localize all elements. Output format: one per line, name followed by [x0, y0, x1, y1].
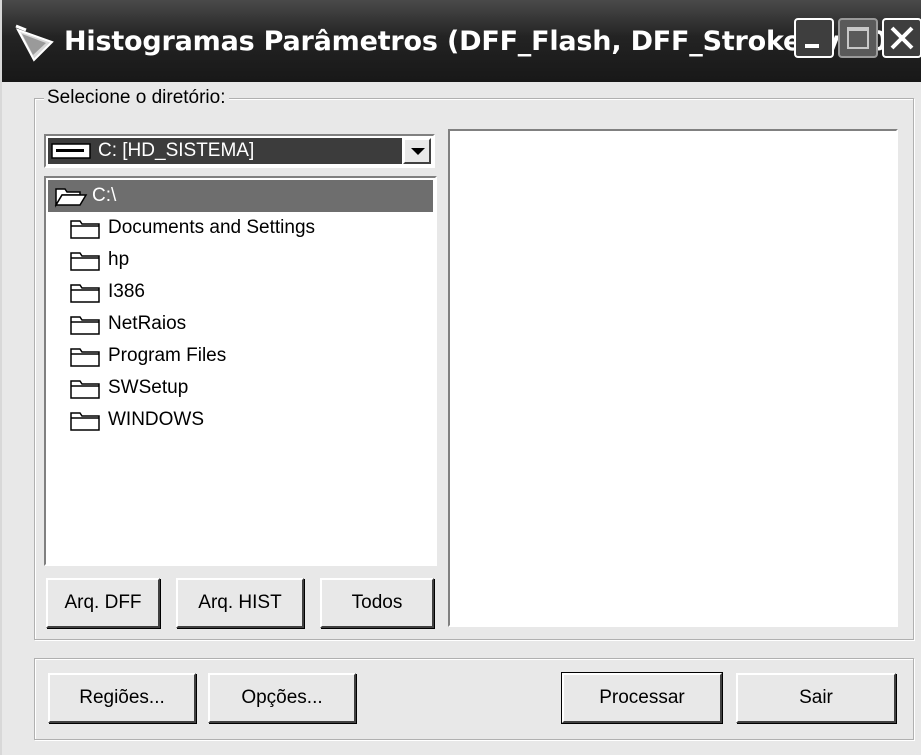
- directory-item[interactable]: SWSetup: [48, 372, 433, 404]
- folder-icon: [70, 412, 100, 431]
- app-window: Histogramas Parâmetros (DFF_Flash, DFF_S…: [0, 0, 921, 755]
- folder-icon: [70, 220, 100, 239]
- window-title: Histogramas Parâmetros (DFF_Flash, DFF_S…: [64, 26, 888, 57]
- directory-list[interactable]: C:\ Documents and Settings hp I386 NetRa…: [44, 176, 437, 566]
- drive-selection: C: [HD_SISTEMA]: [48, 138, 402, 164]
- open-folder-icon: [54, 188, 88, 208]
- directory-group-legend: Selecione o diretório:: [44, 85, 229, 111]
- drive-dropdown-button[interactable]: [403, 138, 431, 164]
- maximize-button[interactable]: [838, 18, 878, 58]
- processar-button[interactable]: Processar: [561, 672, 723, 724]
- drive-combobox[interactable]: C: [HD_SISTEMA]: [44, 134, 435, 168]
- folder-icon: [70, 284, 100, 303]
- chevron-down-icon: [411, 148, 425, 155]
- directory-item-root[interactable]: C:\: [48, 180, 433, 212]
- directory-label: C:\: [92, 185, 117, 206]
- directory-label: I386: [108, 281, 145, 302]
- close-icon: [890, 26, 914, 50]
- arq-dff-button[interactable]: Arq. DFF: [46, 578, 160, 628]
- directory-label: Program Files: [108, 345, 227, 366]
- regioes-button[interactable]: Regiões...: [48, 673, 196, 723]
- minimize-button[interactable]: [794, 18, 834, 58]
- todos-button[interactable]: Todos: [320, 578, 434, 628]
- folder-icon: [70, 252, 100, 271]
- folder-icon: [70, 348, 100, 367]
- file-list[interactable]: [448, 129, 898, 627]
- directory-label: WINDOWS: [108, 409, 205, 430]
- drive-label: C: [HD_SISTEMA]: [98, 140, 255, 161]
- directory-item[interactable]: I386: [48, 276, 433, 308]
- opcoes-button[interactable]: Opções...: [208, 673, 356, 723]
- directory-item[interactable]: WINDOWS: [48, 404, 433, 436]
- directory-label: NetRaios: [108, 313, 187, 334]
- folder-icon: [70, 380, 100, 399]
- directory-label: SWSetup: [108, 377, 189, 398]
- directory-item[interactable]: Documents and Settings: [48, 212, 433, 244]
- directory-item[interactable]: hp: [48, 244, 433, 276]
- close-button[interactable]: [882, 18, 921, 58]
- app-icon: [15, 24, 54, 62]
- minimize-icon: [805, 44, 819, 48]
- sair-button[interactable]: Sair: [736, 673, 896, 723]
- directory-item[interactable]: Program Files: [48, 340, 433, 372]
- folder-icon: [70, 316, 100, 335]
- directory-label: Documents and Settings: [108, 217, 316, 238]
- title-bar[interactable]: Histogramas Parâmetros (DFF_Flash, DFF_S…: [2, 0, 921, 82]
- directory-item[interactable]: NetRaios: [48, 308, 433, 340]
- arq-hist-button[interactable]: Arq. HIST: [176, 578, 304, 628]
- maximize-icon: [847, 27, 869, 49]
- directory-label: hp: [108, 249, 130, 270]
- drive-icon: [51, 143, 91, 159]
